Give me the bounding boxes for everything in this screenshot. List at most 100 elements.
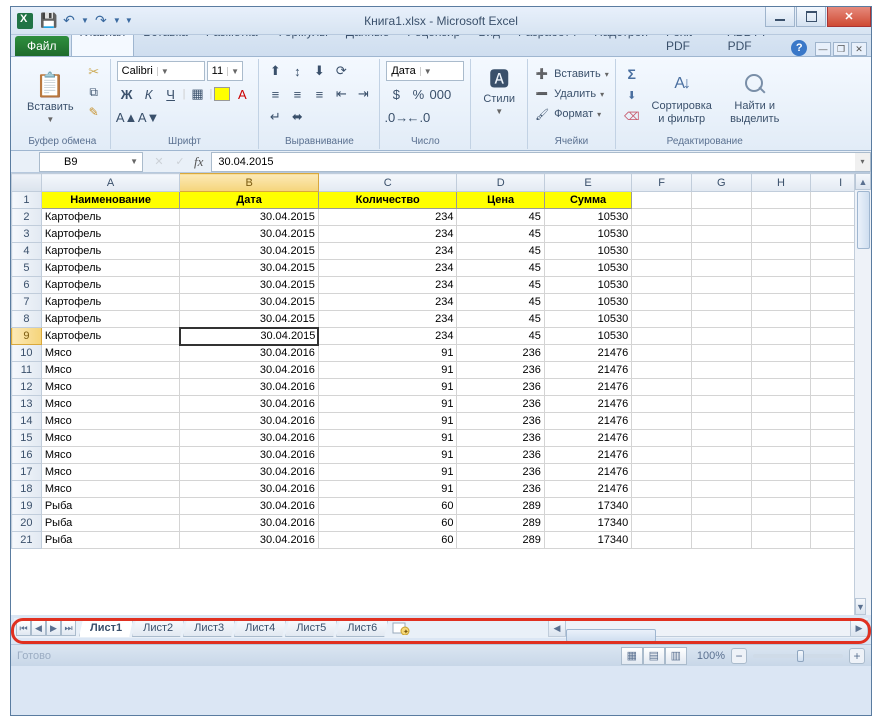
tab-first-icon[interactable]: ⏮	[16, 620, 31, 636]
cell[interactable]: 45	[457, 209, 544, 226]
cell[interactable]: 21476	[544, 345, 631, 362]
cell[interactable]	[751, 413, 811, 430]
row-header-3[interactable]: 3	[12, 226, 42, 243]
cell[interactable]	[632, 379, 692, 396]
cell[interactable]: 21476	[544, 464, 631, 481]
cell[interactable]	[751, 515, 811, 532]
cell[interactable]	[632, 277, 692, 294]
row-header-20[interactable]: 20	[12, 515, 42, 532]
cell[interactable]	[751, 532, 811, 549]
cell[interactable]	[632, 447, 692, 464]
cell[interactable]: 21476	[544, 447, 631, 464]
cell[interactable]: 10530	[544, 294, 631, 311]
border-button[interactable]: ▦	[188, 84, 208, 104]
align-middle-button[interactable]: ↕	[287, 61, 307, 81]
cell[interactable]: 45	[457, 277, 544, 294]
sheet-tab-Лист4[interactable]: Лист4	[234, 619, 286, 637]
header-cell[interactable]: Количество	[318, 192, 457, 209]
header-cell[interactable]: Дата	[180, 192, 319, 209]
header-cell[interactable]: Наименование	[41, 192, 180, 209]
cell[interactable]: 234	[318, 328, 457, 345]
fx-icon[interactable]: fx	[194, 154, 203, 170]
clear-button[interactable]	[622, 107, 642, 125]
cell[interactable]	[691, 226, 751, 243]
cell[interactable]: 45	[457, 260, 544, 277]
cell[interactable]	[691, 498, 751, 515]
doc-close-button[interactable]: ✕	[851, 42, 867, 56]
cell[interactable]: 289	[457, 515, 544, 532]
cell[interactable]: Мясо	[41, 464, 180, 481]
cell[interactable]: 10530	[544, 311, 631, 328]
formula-expand-icon[interactable]: ▾	[855, 152, 871, 172]
cell[interactable]	[632, 192, 692, 209]
cell[interactable]: 10530	[544, 243, 631, 260]
cell[interactable]: 30.04.2016	[180, 430, 319, 447]
orientation-button[interactable]: ⟳	[331, 61, 351, 81]
cell[interactable]: 10530	[544, 328, 631, 345]
copy-icon[interactable]	[84, 83, 104, 101]
cell[interactable]	[751, 311, 811, 328]
find-select-button[interactable]: Найти и выделить	[722, 61, 788, 134]
scroll-thumb[interactable]	[857, 191, 870, 249]
name-box[interactable]: B9▼	[39, 152, 143, 172]
currency-button[interactable]: $	[386, 84, 406, 104]
cell[interactable]: 60	[318, 515, 457, 532]
indent-decrease-button[interactable]: ⇤	[331, 84, 351, 104]
zoom-out-button[interactable]: −	[731, 648, 747, 664]
cell[interactable]: Мясо	[41, 430, 180, 447]
view-layout-button[interactable]: ▤	[643, 647, 665, 665]
cell[interactable]: 45	[457, 243, 544, 260]
cell[interactable]: 30.04.2016	[180, 379, 319, 396]
new-sheet-button[interactable]: ✦	[390, 620, 412, 636]
italic-button[interactable]: К	[139, 84, 159, 104]
indent-increase-button[interactable]: ⇥	[353, 84, 373, 104]
cell[interactable]	[691, 447, 751, 464]
cell[interactable]	[691, 243, 751, 260]
row-header-14[interactable]: 14	[12, 413, 42, 430]
row-header-18[interactable]: 18	[12, 481, 42, 498]
view-normal-button[interactable]: ▦	[621, 647, 643, 665]
row-header-8[interactable]: 8	[12, 311, 42, 328]
qat-customize-icon[interactable]: ▼	[125, 16, 133, 25]
cell[interactable]: 30.04.2016	[180, 481, 319, 498]
cell[interactable]: 17340	[544, 498, 631, 515]
cell[interactable]	[691, 192, 751, 209]
cell[interactable]	[751, 226, 811, 243]
undo-dropdown[interactable]: ▼	[81, 16, 89, 25]
cell[interactable]: 234	[318, 260, 457, 277]
align-top-button[interactable]: ⬆	[265, 61, 285, 81]
doc-restore-button[interactable]: ❐	[833, 42, 849, 56]
cell[interactable]: 30.04.2015	[180, 328, 319, 345]
sheet-tab-Лист6[interactable]: Лист6	[336, 619, 388, 637]
cell[interactable]	[751, 481, 811, 498]
cell[interactable]: 289	[457, 498, 544, 515]
row-header-2[interactable]: 2	[12, 209, 42, 226]
fill-button[interactable]	[622, 86, 642, 104]
cell[interactable]	[691, 294, 751, 311]
cell[interactable]	[751, 209, 811, 226]
insert-cells-button[interactable]: Вставить ▾	[534, 65, 609, 83]
hscroll-right-icon[interactable]: ▶	[850, 621, 867, 636]
col-header-F[interactable]: F	[632, 174, 692, 192]
tab-next-icon[interactable]: ▶	[46, 620, 61, 636]
col-header-H[interactable]: H	[751, 174, 811, 192]
cell[interactable]: 30.04.2016	[180, 498, 319, 515]
cell[interactable]: Мясо	[41, 396, 180, 413]
header-cell[interactable]: Сумма	[544, 192, 631, 209]
bold-button[interactable]: Ж	[117, 84, 137, 104]
format-cells-button[interactable]: Формат ▾	[534, 105, 609, 123]
underline-button[interactable]: Ч	[161, 84, 181, 104]
cell[interactable]	[751, 294, 811, 311]
cell[interactable]: Рыба	[41, 498, 180, 515]
cell[interactable]	[691, 515, 751, 532]
cell[interactable]: 21476	[544, 396, 631, 413]
select-all-corner[interactable]	[12, 174, 42, 192]
cell[interactable]: 30.04.2016	[180, 447, 319, 464]
col-header-D[interactable]: D	[457, 174, 544, 192]
cell[interactable]: 30.04.2015	[180, 277, 319, 294]
cell[interactable]	[691, 396, 751, 413]
cell[interactable]: 45	[457, 226, 544, 243]
cell[interactable]	[751, 396, 811, 413]
cell[interactable]: 91	[318, 362, 457, 379]
redo-dropdown[interactable]: ▼	[113, 16, 121, 25]
